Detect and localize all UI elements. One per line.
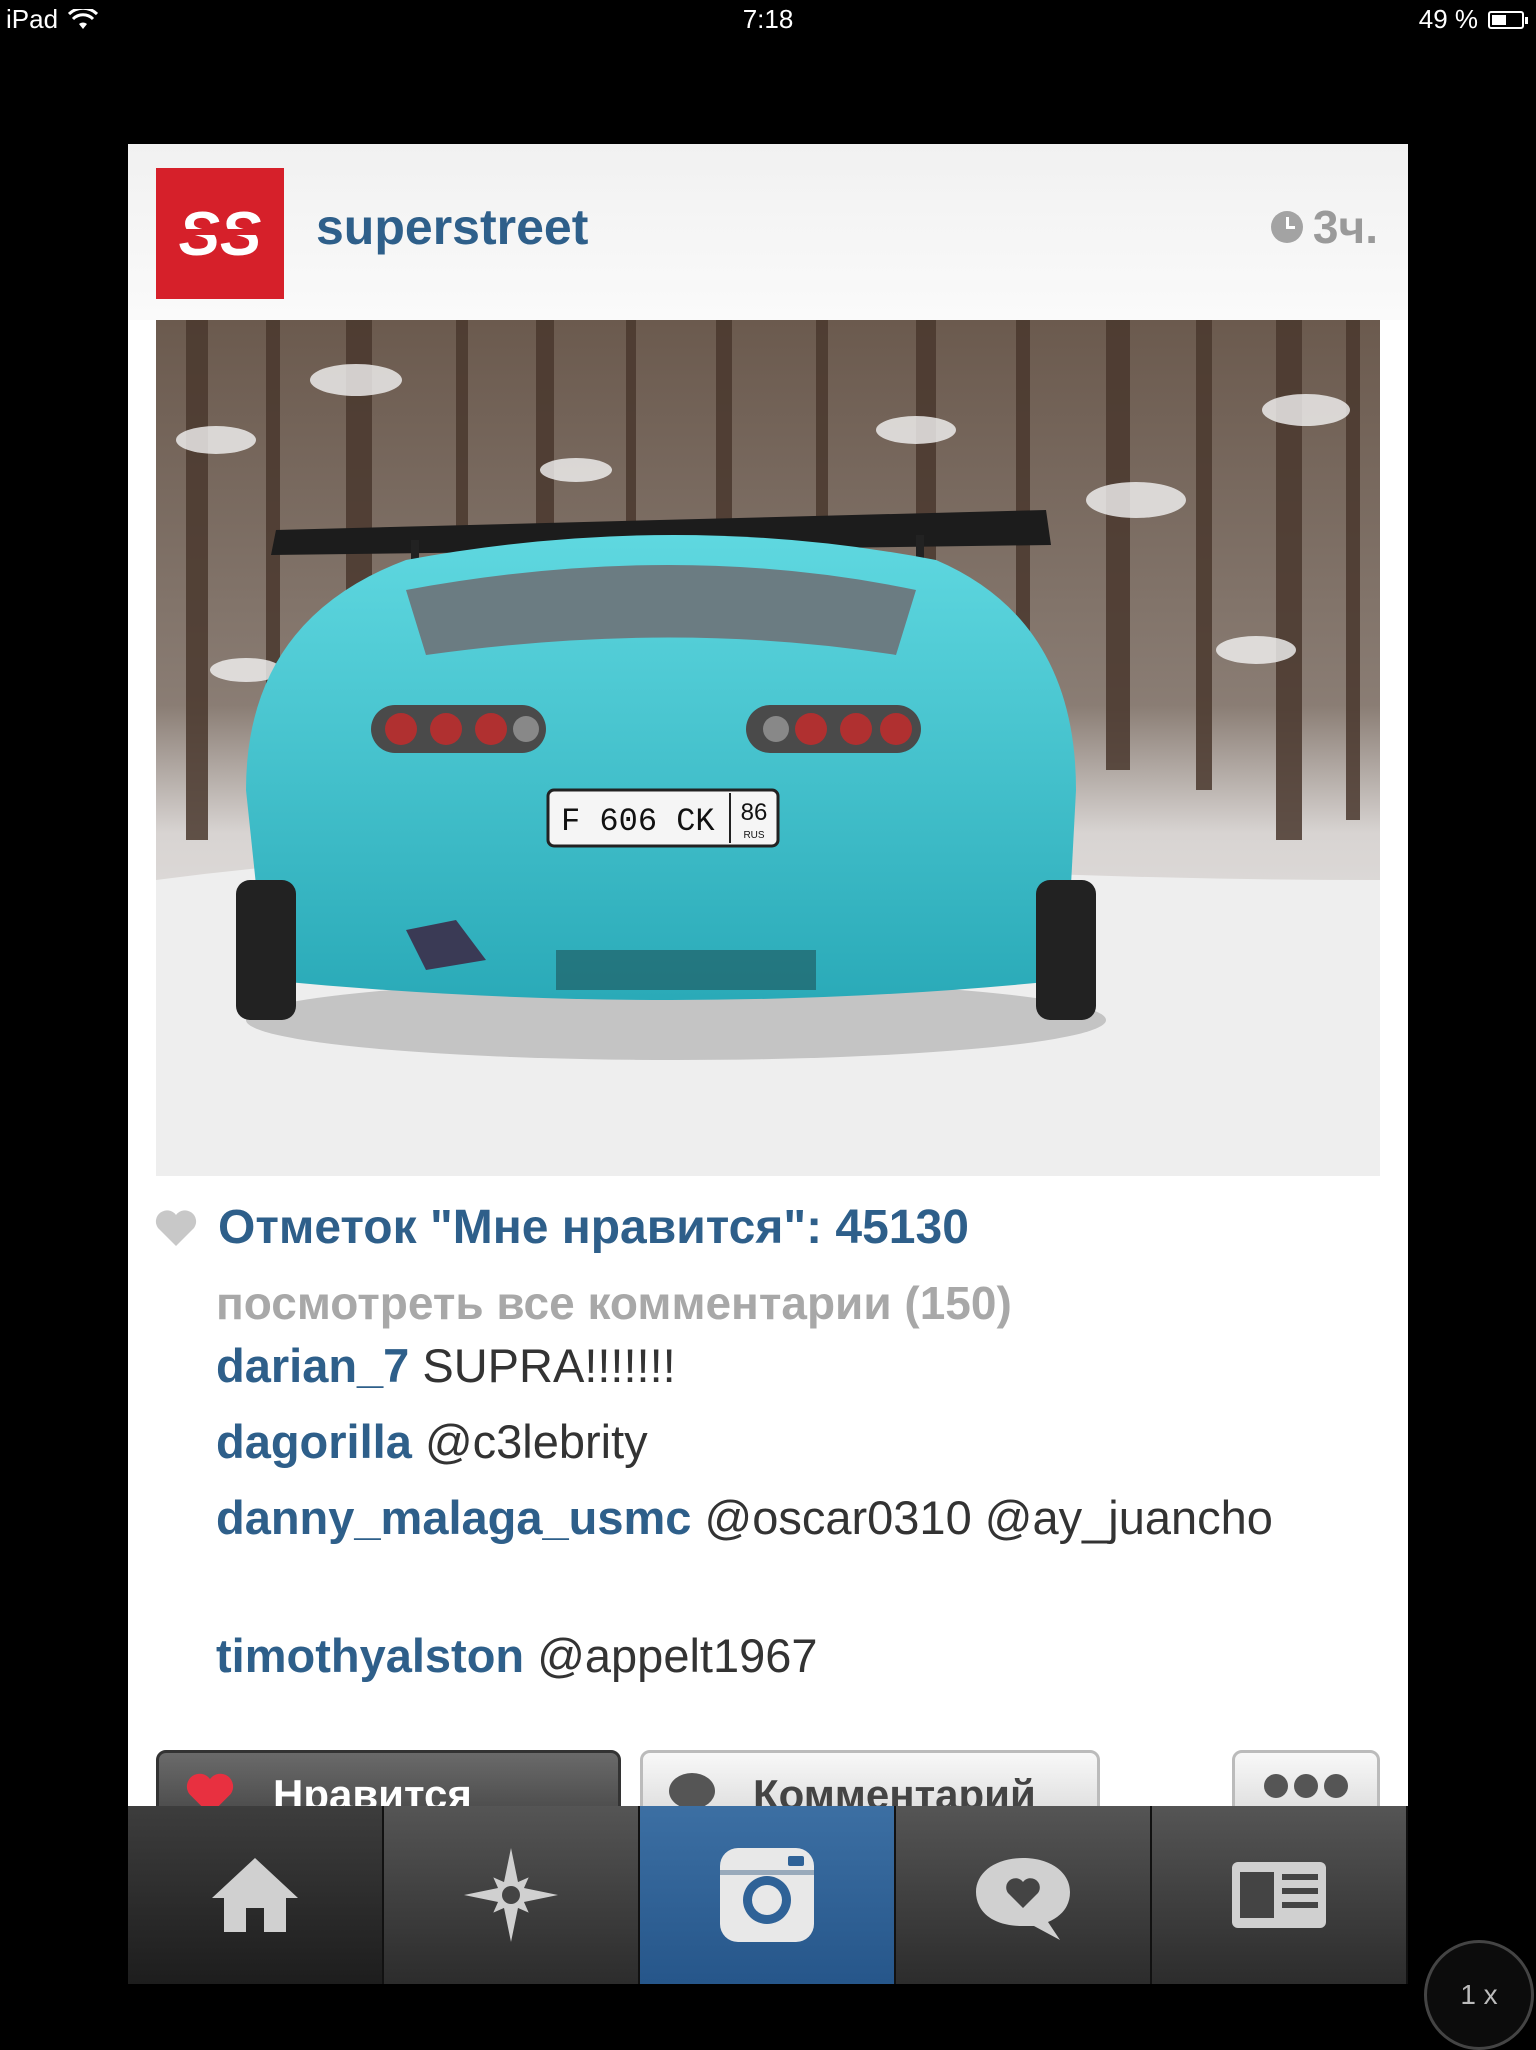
tab-explore[interactable] [384,1806,640,1984]
battery-icon [1488,10,1528,29]
comment-text: @appelt1967 [537,1629,818,1682]
comment: darian_7 SUPRA!!!!!!! [216,1334,1356,1398]
tab-home[interactable] [128,1806,384,1984]
comment-text: @c3lebrity [424,1415,648,1468]
zoom-button[interactable]: 1 x [1424,1940,1534,2050]
avatar[interactable]: SS [156,168,284,299]
tab-bar [128,1806,1408,1984]
post-header: SS superstreet 3ч. [128,144,1408,320]
profile-icon [1232,1862,1326,1928]
post-username[interactable]: superstreet [316,198,588,256]
camera-icon [720,1848,814,1942]
likes-row: Отметок "Мне нравится": 45130 [154,1200,969,1255]
status-bar: iPad 7:18 49 % [0,0,1536,40]
action-bar: Нравится Комментарий [128,1750,1408,1830]
battery-percent: 49 % [1418,4,1478,34]
comment: dagorilla @c3lebrity [216,1410,1356,1474]
license-plate-country: RUS [743,830,764,841]
comment: danny_malaga_usmc @oscar0310 @ay_juancho [216,1486,1356,1550]
view-all-comments-link[interactable]: посмотреть все комментарии (150) [216,1276,1012,1330]
comment-username[interactable]: darian_7 [216,1339,409,1392]
car-photo-icon: F 606 CK 86 RUS [156,320,1380,1176]
comment: timothyalston @appelt1967 [216,1624,1356,1688]
time-ago-label: 3ч. [1312,201,1378,253]
superstreet-logo-icon: SS [165,200,275,269]
post-card: SS superstreet 3ч. F 606 CK 86 RUS Отмет… [128,144,1408,1982]
comment-username[interactable]: dagorilla [216,1415,412,1468]
post-photo[interactable]: F 606 CK 86 RUS [156,320,1380,1176]
tab-profile[interactable] [1152,1806,1408,1984]
explore-icon [464,1848,558,1942]
comment-username[interactable]: danny_malaga_usmc [216,1491,691,1544]
comment-username[interactable]: timothyalston [216,1629,524,1682]
likes-count[interactable]: Отметок "Мне нравится": 45130 [218,1200,969,1255]
heart-icon [155,1209,197,1246]
tab-camera[interactable] [640,1806,896,1984]
license-plate-number: F 606 CK [561,803,715,840]
home-icon [212,1858,298,1932]
license-plate-region: 86 [741,799,768,826]
tab-news[interactable] [896,1806,1152,1984]
clock-icon [1270,211,1303,243]
post-time: 3ч. [1270,200,1378,254]
news-icon [976,1858,1070,1940]
clock-time: 7:18 [742,4,794,34]
comment-text: @oscar0310 @ay_juancho [704,1491,1273,1544]
comment-text: SUPRA!!!!!!! [422,1339,676,1392]
ellipsis-icon [1264,1774,1348,1798]
